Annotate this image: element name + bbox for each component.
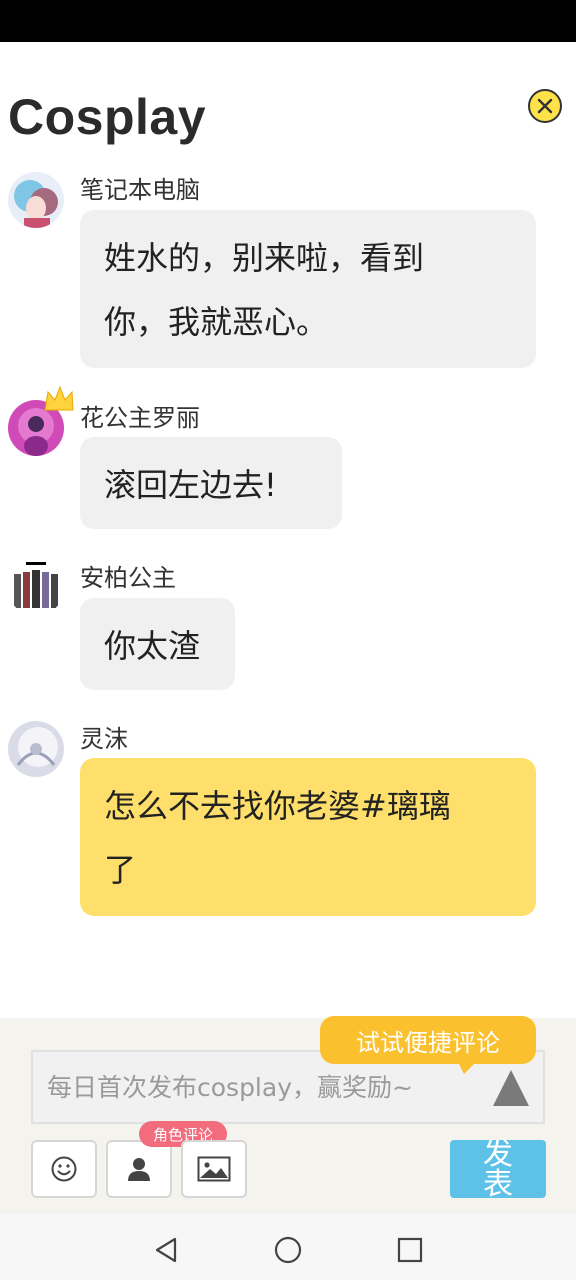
back-button[interactable] — [146, 1230, 186, 1270]
emoji-icon — [51, 1156, 77, 1182]
message-bubble: 姓水的，别来啦，看到 你，我就恶心。 — [80, 210, 536, 368]
message-line: 姓水的，别来啦，看到 — [104, 239, 425, 277]
emoji-button[interactable] — [31, 1140, 97, 1198]
home-button[interactable] — [268, 1230, 308, 1270]
username[interactable]: 安柏公主 — [80, 558, 176, 593]
home-circle-icon — [274, 1236, 302, 1264]
close-button[interactable] — [528, 89, 562, 123]
back-triangle-icon — [155, 1237, 177, 1263]
recents-button[interactable] — [390, 1230, 430, 1270]
page-title: Cosplay — [8, 89, 207, 145]
image-button[interactable] — [181, 1140, 247, 1198]
image-icon — [197, 1156, 231, 1182]
recents-square-icon — [397, 1237, 423, 1263]
message-line: 你，我就恶心。 — [104, 303, 329, 341]
quick-comment-label: 试试便捷评论 — [356, 1028, 500, 1057]
message-bubble: 怎么不去找你老婆#璃璃 了 — [80, 758, 536, 916]
publish-label: 发表 — [483, 1140, 513, 1198]
person-icon — [128, 1158, 150, 1181]
message-line: 了 — [104, 851, 137, 889]
avatar[interactable] — [8, 560, 64, 616]
crown-icon — [44, 385, 74, 411]
publish-button[interactable]: 发表 — [450, 1140, 546, 1198]
message-line: 滚回左边去! — [104, 466, 277, 504]
username[interactable]: 笔记本电脑 — [80, 170, 200, 205]
navigation-bar — [0, 1214, 576, 1280]
send-arrow-icon[interactable] — [493, 1070, 529, 1106]
message-bubble: 你太渣 — [80, 598, 235, 690]
close-icon — [537, 98, 553, 114]
avatar[interactable] — [8, 172, 64, 228]
username[interactable]: 花公主罗丽 — [80, 398, 200, 433]
username[interactable]: 灵沫 — [80, 719, 128, 754]
avatar[interactable] — [8, 721, 64, 777]
message-line: 你太渣 — [104, 627, 201, 665]
message-line: 怎么不去找你老婆#璃璃 — [104, 787, 451, 825]
avatar-anime-blue-hair — [8, 172, 64, 228]
status-bar — [0, 0, 576, 42]
message-bubble: 滚回左边去! — [80, 437, 342, 529]
avatar-group-characters — [8, 560, 64, 616]
role-comment-button[interactable] — [106, 1140, 172, 1198]
quick-comment-tooltip[interactable]: 试试便捷评论 — [320, 1016, 536, 1074]
avatar-white-feathers — [8, 721, 64, 777]
